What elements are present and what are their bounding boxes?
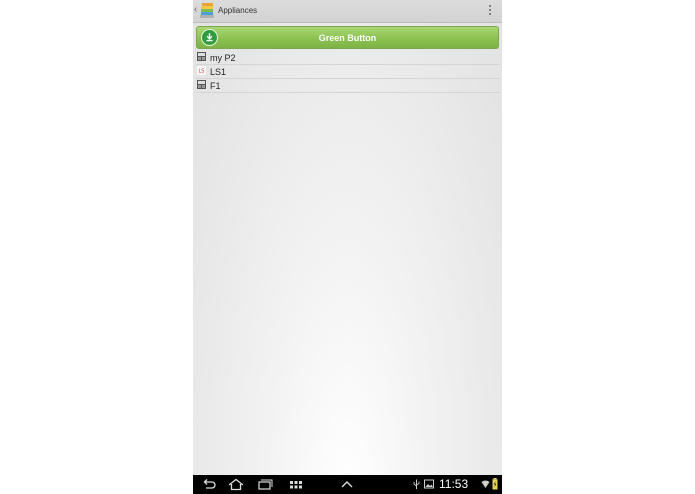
list-item-ls1[interactable]: LS LS1	[196, 65, 500, 79]
action-bar: ‹ Appliances	[193, 0, 502, 23]
list-item-label: my P2	[210, 53, 236, 63]
usb-icon	[413, 479, 420, 489]
app-screen: ‹ Appliances Green Button my P2 LS LS1 F…	[193, 0, 502, 494]
green-button[interactable]: Green Button	[196, 26, 499, 49]
gallery-icon	[424, 479, 434, 489]
list-item-my-p2[interactable]: my P2	[196, 51, 500, 65]
meter-icon	[197, 52, 206, 61]
overflow-menu-icon[interactable]	[488, 5, 492, 17]
status-time: 11:53	[439, 477, 469, 491]
apps-grid-icon[interactable]	[288, 478, 304, 491]
battery-icon	[492, 478, 498, 490]
list-item-label: LS1	[210, 67, 227, 77]
ls-icon: LS	[197, 66, 206, 75]
back-icon[interactable]	[201, 478, 217, 491]
list-item-label: F1	[210, 81, 221, 91]
list-item-f1[interactable]: F1	[196, 79, 500, 93]
chevron-up-icon[interactable]	[339, 478, 355, 491]
recent-apps-icon[interactable]	[257, 478, 273, 491]
svg-text:LS: LS	[199, 69, 205, 75]
meter-icon	[197, 80, 206, 89]
up-chevron-icon[interactable]: ‹	[194, 4, 197, 16]
green-button-label: Green Button	[318, 33, 377, 43]
page-title: Appliances	[218, 6, 258, 15]
system-nav-bar: 11:53	[193, 475, 502, 494]
wifi-icon	[481, 480, 490, 488]
appliance-list: my P2 LS LS1 F1	[196, 51, 500, 93]
home-icon[interactable]	[228, 478, 244, 491]
appliances-app-icon[interactable]	[199, 2, 215, 19]
